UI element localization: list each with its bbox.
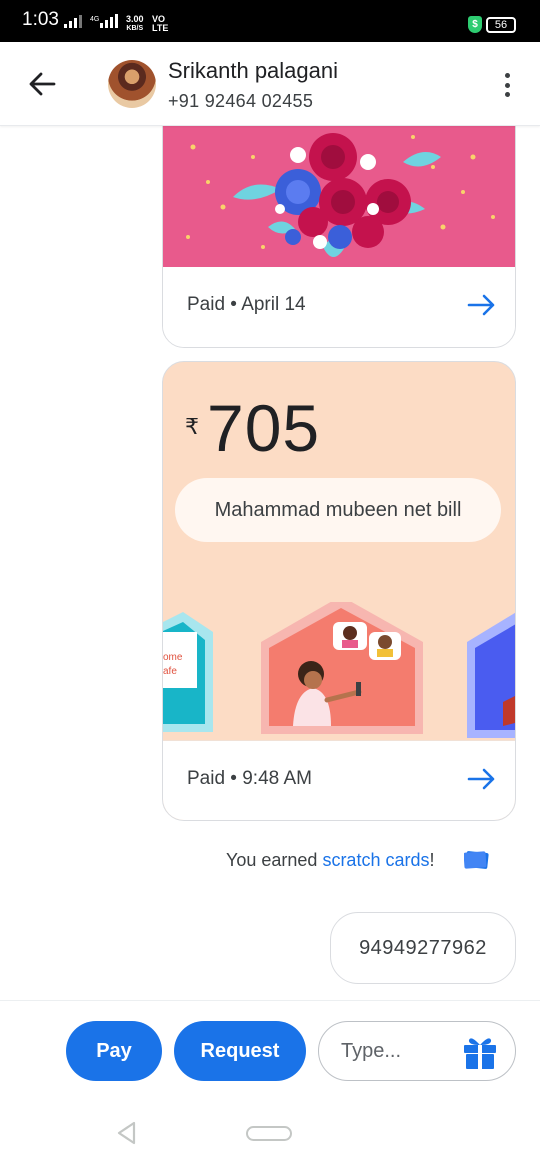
home-illustration: ome afe — [163, 596, 515, 742]
sent-message-bubble[interactable]: 94949277962 — [330, 912, 516, 984]
flower-bouquet-illustration — [163, 126, 515, 269]
message-input[interactable] — [341, 1036, 461, 1066]
payment-card[interactable]: Paid • April 14 — [162, 126, 516, 348]
contact-phone: +91 92464 02455 — [168, 91, 314, 111]
currency-symbol: ₹ — [185, 414, 199, 439]
payment-amount: ₹ 705 — [185, 390, 320, 466]
nav-home-button[interactable] — [246, 1126, 292, 1141]
contact-name[interactable]: Srikanth palagani — [168, 58, 338, 84]
amount-value: 705 — [207, 391, 321, 465]
payment-card[interactable]: ₹ 705 Mahammad mubeen net bill ome afe P… — [162, 361, 516, 821]
gift-icon[interactable] — [461, 1034, 499, 1070]
conversation-header: Srikanth palagani +91 92464 02455 — [0, 42, 540, 126]
scratch-card-icon[interactable] — [464, 850, 490, 870]
system-navigation-bar — [0, 1098, 540, 1170]
contact-avatar[interactable] — [108, 60, 156, 108]
arrow-right-icon[interactable] — [467, 767, 497, 791]
network-speed: 3.00 KB/S — [126, 14, 144, 33]
request-button[interactable]: Request — [174, 1021, 306, 1081]
pay-button[interactable]: Pay — [66, 1021, 162, 1081]
battery-indicator: 56 — [486, 17, 516, 33]
nav-back-icon[interactable] — [114, 1120, 140, 1146]
card-footer[interactable]: Paid • 9:48 AM — [163, 740, 515, 820]
status-time: 1:03 — [22, 9, 59, 30]
network-type: 4G — [90, 16, 100, 23]
volte-indicator: VO LTE — [152, 14, 169, 33]
payment-status: Paid • April 14 — [187, 294, 306, 315]
reward-message: You earned scratch cards! — [226, 850, 435, 870]
security-shield-icon: $ — [468, 16, 482, 33]
composer-bar: Pay Request — [0, 1000, 540, 1098]
status-bar: 1:03 4G 3.00 KB/S VO LTE $ 56 — [0, 0, 540, 42]
signal-strength-2-icon — [100, 14, 118, 28]
card-footer[interactable]: Paid • April 14 — [163, 267, 515, 347]
signal-strength-icon — [64, 14, 82, 28]
payment-note: Mahammad mubeen net bill — [175, 478, 501, 542]
back-button[interactable] — [24, 66, 60, 102]
arrow-left-icon — [29, 72, 56, 96]
conversation-thread[interactable]: Paid • April 14 ₹ 705 Mahammad mubeen ne… — [0, 126, 540, 1000]
scratch-cards-link[interactable]: scratch cards — [322, 850, 429, 870]
arrow-right-icon[interactable] — [467, 293, 497, 317]
payment-status: Paid • 9:48 AM — [187, 768, 312, 789]
more-options-button[interactable] — [496, 70, 518, 100]
more-vert-icon — [504, 73, 510, 78]
message-field[interactable] — [318, 1021, 516, 1081]
